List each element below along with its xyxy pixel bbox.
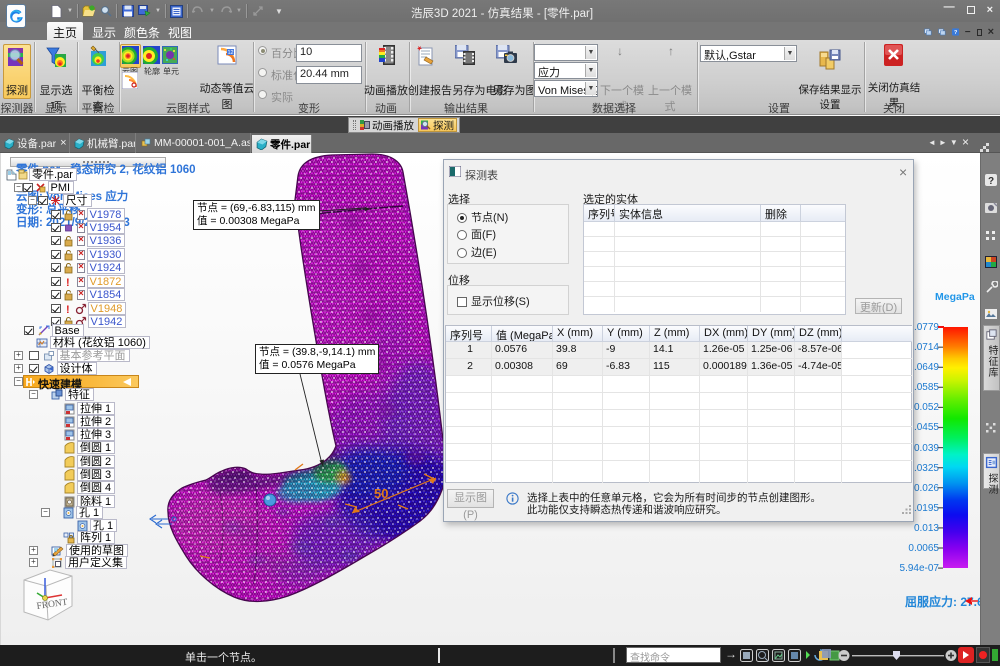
svg-text:?: ? (988, 176, 994, 187)
svg-text:12: 12 (227, 50, 233, 56)
svg-text:50: 50 (374, 486, 388, 501)
svg-text:?: ? (954, 30, 957, 36)
